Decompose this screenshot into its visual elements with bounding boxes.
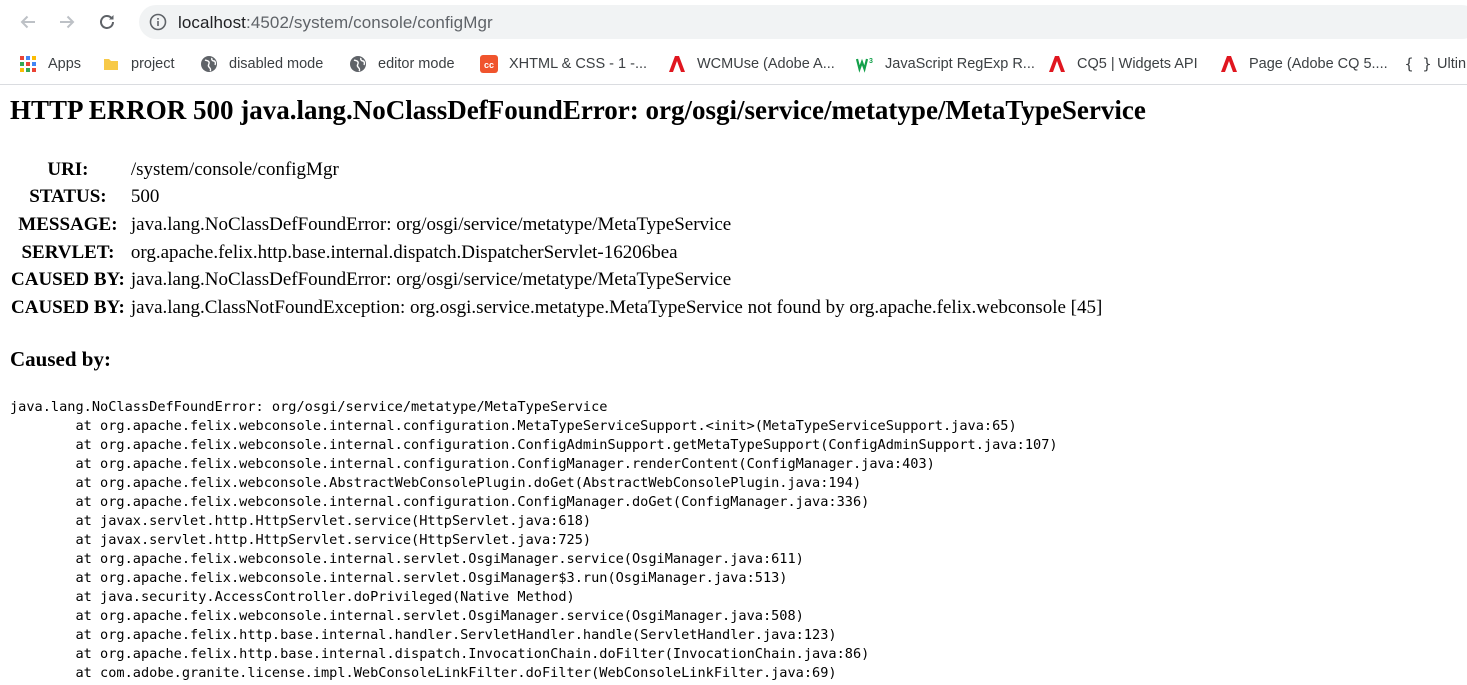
cc-logo-icon: cc xyxy=(480,55,498,73)
stack-trace-line: at org.apache.felix.webconsole.internal.… xyxy=(10,494,870,510)
adobe-icon xyxy=(1220,55,1238,73)
caused-by-heading: Caused by: xyxy=(10,347,111,371)
error-row-message: MESSAGE: java.lang.NoClassDefFoundError:… xyxy=(11,211,1102,239)
stack-trace-line: at org.apache.felix.webconsole.internal.… xyxy=(10,418,1017,434)
error-row-caused-by: CAUSED BY: java.lang.NoClassDefFoundErro… xyxy=(11,266,1102,294)
bookmark-label: editor mode xyxy=(378,56,455,72)
bookmark-apps[interactable]: Apps xyxy=(19,44,81,84)
bookmark-page-adobe-cq[interactable]: Page (Adobe CQ 5.... xyxy=(1220,44,1388,84)
info-icon[interactable] xyxy=(149,13,167,31)
adobe-icon xyxy=(1048,55,1066,73)
stack-trace-line: at org.apache.felix.webconsole.internal.… xyxy=(10,437,1058,453)
forward-button[interactable] xyxy=(53,8,81,36)
browser-toolbar: localhost:4502/system/console/configMgr xyxy=(0,0,1467,44)
arrow-left-icon xyxy=(20,15,35,29)
address-bar[interactable]: localhost:4502/system/console/configMgr xyxy=(139,5,1467,39)
svg-text:3: 3 xyxy=(869,58,873,65)
row-label: URI: xyxy=(47,158,89,180)
row-label: STATUS: xyxy=(29,186,107,208)
reload-icon xyxy=(100,15,114,29)
error-title: HTTP ERROR 500 java.lang.NoClassDefFound… xyxy=(10,95,1146,125)
error-row-servlet: SERVLET: org.apache.felix.http.base.inte… xyxy=(11,239,1102,267)
bookmark-label: Page (Adobe CQ 5.... xyxy=(1249,56,1388,72)
bookmark-label: CQ5 | Widgets API xyxy=(1077,56,1198,72)
row-value: java.lang.ClassNotFoundException: org.os… xyxy=(130,296,1103,318)
bookmark-ultin[interactable]: { } Ultin xyxy=(1404,44,1467,84)
stack-trace-line: at org.apache.felix.webconsole.internal.… xyxy=(10,551,804,567)
error-row-status: STATUS: 500 xyxy=(11,184,1102,212)
stack-trace-line: at javax.servlet.http.HttpServlet.servic… xyxy=(10,532,592,548)
stack-trace-line: at org.apache.felix.webconsole.AbstractW… xyxy=(10,475,862,491)
bookmark-label: Apps xyxy=(48,56,82,72)
row-value: org.apache.felix.http.base.internal.disp… xyxy=(130,241,678,263)
error-details-table: URI: /system/console/configMgr STATUS: 5… xyxy=(11,156,1102,322)
error-row-caused-by: CAUSED BY: java.lang.ClassNotFoundExcept… xyxy=(11,294,1102,322)
stack-trace-line: at org.apache.felix.http.base.internal.h… xyxy=(10,627,837,643)
svg-text:cc: cc xyxy=(484,60,494,70)
stack-trace-line: at javax.servlet.http.HttpServlet.servic… xyxy=(10,513,592,529)
bookmark-label: Ultin xyxy=(1437,56,1467,72)
bookmark-xhtml-css[interactable]: cc XHTML & CSS - 1 -... xyxy=(480,44,647,84)
bookmark-label: project xyxy=(131,56,175,72)
row-value: java.lang.NoClassDefFoundError: org/osgi… xyxy=(130,213,732,235)
stack-trace-line: at com.adobe.granite.license.impl.WebCon… xyxy=(10,665,837,681)
bookmark-wcmuse[interactable]: WCMUse (Adobe A... xyxy=(668,44,835,84)
stack-trace-line: at java.security.AccessController.doPriv… xyxy=(10,589,575,605)
error-row-uri: URI: /system/console/configMgr xyxy=(11,156,1102,184)
url-text[interactable]: localhost:4502/system/console/configMgr xyxy=(178,13,493,33)
row-value: java.lang.NoClassDefFoundError: org/osgi… xyxy=(130,269,732,291)
apps-grid-icon xyxy=(19,55,37,73)
bookmark-disabled-mode[interactable]: disabled mode xyxy=(200,44,323,84)
bookmark-label: JavaScript RegExp R... xyxy=(885,56,1035,72)
bookmark-editor-mode[interactable]: editor mode xyxy=(349,44,455,84)
globe-icon xyxy=(349,55,367,73)
stack-trace-line: at org.apache.felix.webconsole.internal.… xyxy=(10,456,935,472)
row-label: SERVLET: xyxy=(21,241,115,263)
braces-icon: { } xyxy=(1404,55,1432,73)
row-label: CAUSED BY: xyxy=(11,296,125,318)
bookmark-label: WCMUse (Adobe A... xyxy=(697,56,835,72)
stack-trace-line: at org.apache.felix.http.base.internal.d… xyxy=(10,646,870,662)
row-value: 500 xyxy=(130,186,160,208)
bookmark-project[interactable]: project xyxy=(102,44,175,84)
stack-trace: java.lang.NoClassDefFoundError: org/osgi… xyxy=(10,398,1058,683)
row-value: /system/console/configMgr xyxy=(130,158,339,180)
back-button[interactable] xyxy=(14,8,42,36)
globe-icon xyxy=(200,55,218,73)
bookmark-js-regexp[interactable]: 3 JavaScript RegExp R... xyxy=(856,44,1035,84)
arrow-right-icon xyxy=(60,15,75,29)
url-path: :4502/system/console/configMgr xyxy=(246,13,493,32)
stack-trace-line: at org.apache.felix.webconsole.internal.… xyxy=(10,608,804,624)
stack-trace-line: at org.apache.felix.webconsole.internal.… xyxy=(10,570,788,586)
adobe-icon xyxy=(668,55,686,73)
row-label: CAUSED BY: xyxy=(11,269,125,291)
folder-icon xyxy=(102,55,120,73)
bookmark-label: disabled mode xyxy=(229,56,324,72)
bookmark-label: XHTML & CSS - 1 -... xyxy=(509,56,648,72)
url-host: localhost xyxy=(178,13,246,32)
page-content: HTTP ERROR 500 java.lang.NoClassDefFound… xyxy=(0,85,1467,685)
reload-button[interactable] xyxy=(93,8,121,36)
w3schools-icon: 3 xyxy=(856,55,874,73)
row-label: MESSAGE: xyxy=(18,213,118,235)
bookmarks-bar: Apps project disabled mode editor mode c… xyxy=(0,44,1467,85)
bookmark-cq5-widgets[interactable]: CQ5 | Widgets API xyxy=(1048,44,1198,84)
stack-trace-line: java.lang.NoClassDefFoundError: org/osgi… xyxy=(10,399,608,415)
